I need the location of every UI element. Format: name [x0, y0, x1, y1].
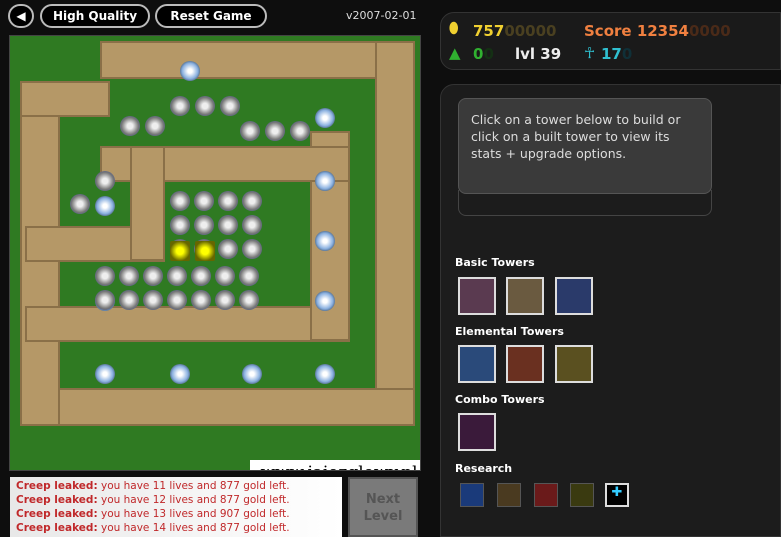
- next-level-button[interactable]: Next Level: [348, 477, 418, 537]
- version-label: v2007-02-01: [346, 9, 417, 22]
- basic-tower-1-icon[interactable]: [458, 277, 496, 315]
- tower[interactable]: [170, 215, 190, 235]
- coin-icon: ⬮: [449, 19, 459, 37]
- speaker-icon: ◀: [16, 9, 26, 23]
- log-label: Creep leaked:: [16, 508, 98, 520]
- log-entry: Creep leaked: you have 14 lives and 877 …: [16, 521, 336, 535]
- tower[interactable]: [70, 194, 90, 214]
- basic-tower-3-icon[interactable]: [555, 277, 593, 315]
- combo-towers-heading: Combo Towers: [455, 393, 545, 406]
- tower[interactable]: [315, 291, 335, 311]
- tower[interactable]: [167, 266, 187, 286]
- tower[interactable]: [315, 231, 335, 251]
- log-text: you have 12 lives and 877 gold left.: [97, 494, 290, 506]
- tower[interactable]: [315, 171, 335, 191]
- log-entry: Creep leaked: you have 12 lives and 877 …: [16, 493, 336, 507]
- tower[interactable]: [239, 290, 259, 310]
- research-creep-plus-icon[interactable]: ✚: [605, 483, 629, 507]
- game-map[interactable]: www.jajozglowy.pl2009: [9, 35, 421, 471]
- tower[interactable]: [180, 61, 200, 81]
- tower[interactable]: [215, 266, 235, 286]
- log-entry: Creep leaked: you have 11 lives and 877 …: [16, 479, 336, 493]
- watermark-url: www.jajozglowy.pl: [250, 462, 420, 470]
- log-text: you have 14 lives and 877 gold left.: [97, 522, 290, 534]
- log-entry: Creep leaked: you have 13 lives and 907 …: [16, 507, 336, 521]
- basic-towers-heading: Basic Towers: [455, 256, 535, 269]
- tower[interactable]: [218, 191, 238, 211]
- tower[interactable]: [143, 290, 163, 310]
- tower[interactable]: [218, 215, 238, 235]
- tower[interactable]: [242, 191, 262, 211]
- tower[interactable]: [239, 266, 259, 286]
- tower[interactable]: [95, 364, 115, 384]
- tower[interactable]: [95, 196, 115, 216]
- reset-game-button[interactable]: Reset Game: [155, 4, 267, 28]
- research-upgrade-icon[interactable]: [570, 483, 594, 507]
- research-water-icon[interactable]: [460, 483, 484, 507]
- watermark: www.jajozglowy.pl2009: [250, 460, 420, 470]
- level-label: lvl 39: [515, 45, 562, 63]
- combo-tower-icon[interactable]: [458, 413, 496, 451]
- sound-toggle-button[interactable]: ◀: [8, 4, 34, 28]
- tower[interactable]: [191, 266, 211, 286]
- high-quality-button[interactable]: High Quality: [40, 4, 150, 28]
- log-label: Creep leaked:: [16, 494, 98, 506]
- tower[interactable]: [242, 215, 262, 235]
- elemental-towers-heading: Elemental Towers: [455, 325, 564, 338]
- basic-tower-2-icon[interactable]: [506, 277, 544, 315]
- tower[interactable]: [143, 266, 163, 286]
- tower[interactable]: [315, 364, 335, 384]
- tree-icon: ▲: [449, 44, 461, 62]
- creep-count: 170: [601, 45, 633, 63]
- tower[interactable]: [194, 215, 214, 235]
- tower[interactable]: [170, 241, 190, 261]
- tower[interactable]: [195, 241, 215, 261]
- research-heading: Research: [455, 462, 513, 475]
- log-label: Creep leaked:: [16, 480, 98, 492]
- log-label: Creep leaked:: [16, 522, 98, 534]
- tower[interactable]: [120, 116, 140, 136]
- fire-tower-icon[interactable]: [506, 345, 544, 383]
- lives-count: 00: [473, 45, 494, 63]
- research-fire-icon[interactable]: [534, 483, 558, 507]
- tower[interactable]: [119, 290, 139, 310]
- water-tower-icon[interactable]: [458, 345, 496, 383]
- gold-count: 75700000: [473, 22, 557, 40]
- tower[interactable]: [218, 239, 238, 259]
- stats-bar: ⬮ 75700000 Score 123540000 ▲ 00 lvl 39 ☥…: [440, 12, 781, 70]
- log-text: you have 11 lives and 877 gold left.: [97, 480, 290, 492]
- tower[interactable]: [194, 191, 214, 211]
- earth-tower-icon[interactable]: [555, 345, 593, 383]
- tower[interactable]: [145, 116, 165, 136]
- tower[interactable]: [170, 96, 190, 116]
- tower[interactable]: [290, 121, 310, 141]
- tower[interactable]: [95, 266, 115, 286]
- tower[interactable]: [95, 171, 115, 191]
- tower[interactable]: [119, 266, 139, 286]
- log-text: you have 13 lives and 907 gold left.: [97, 508, 290, 520]
- tower[interactable]: [315, 108, 335, 128]
- tower[interactable]: [265, 121, 285, 141]
- tower[interactable]: [240, 121, 260, 141]
- tower[interactable]: [220, 96, 240, 116]
- tower[interactable]: [167, 290, 187, 310]
- tower[interactable]: [170, 364, 190, 384]
- info-box: Click on a tower below to build or click…: [458, 98, 712, 194]
- research-earth-icon[interactable]: [497, 483, 521, 507]
- info-box-footer: [458, 190, 712, 216]
- message-log: Creep leaked: you have 11 lives and 877 …: [10, 477, 342, 537]
- tower[interactable]: [195, 96, 215, 116]
- tower[interactable]: [242, 239, 262, 259]
- tower[interactable]: [242, 364, 262, 384]
- tower[interactable]: [95, 290, 115, 310]
- tower[interactable]: [215, 290, 235, 310]
- tower[interactable]: [191, 290, 211, 310]
- score: Score 123540000: [584, 22, 731, 40]
- tower[interactable]: [170, 191, 190, 211]
- creep-icon: ☥: [584, 44, 596, 62]
